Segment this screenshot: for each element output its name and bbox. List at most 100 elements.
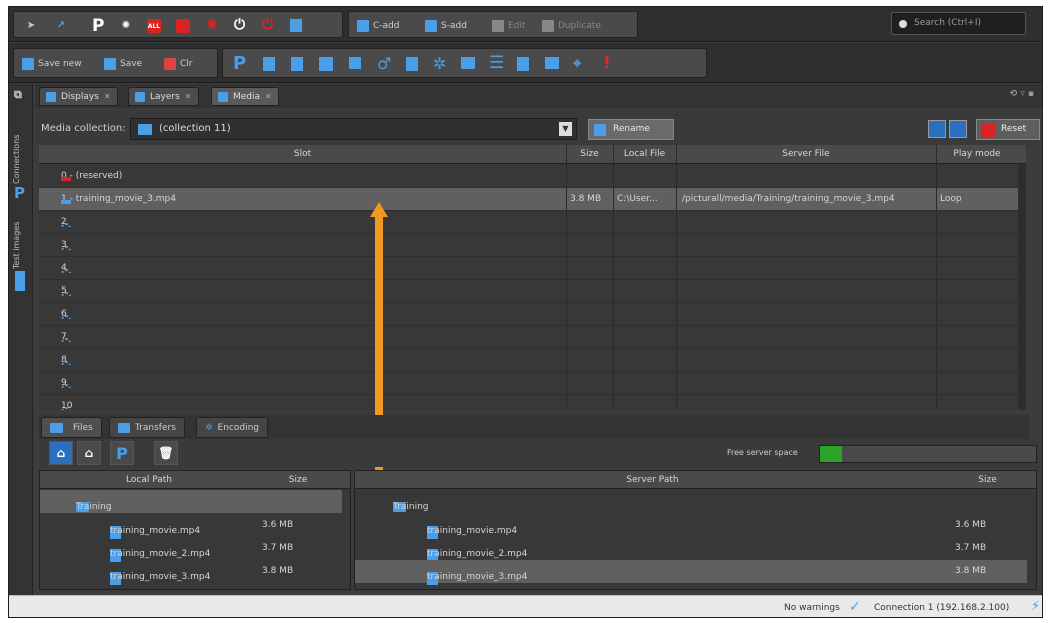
edit-button[interactable]: Edit <box>492 18 525 34</box>
file-row[interactable]: training_movie_3.mp4 3.8 MB <box>40 560 342 585</box>
c-add-button[interactable]: C-add <box>357 18 399 34</box>
file-size: 3.6 MB <box>262 520 294 530</box>
test-images-tab[interactable]: Test images <box>12 222 21 269</box>
clear-button[interactable]: Clr <box>164 56 193 72</box>
close-icon[interactable]: ✕ <box>104 92 111 101</box>
server-folder-row[interactable]: ⬆ Training <box>355 490 1027 513</box>
server-files-table: Server Path Size ⬆ Training training_mov… <box>354 470 1037 590</box>
left-side-panel: ⧉ Connections P Test images <box>9 84 33 617</box>
delete-button[interactable]: 🗑 <box>154 441 178 465</box>
s-add-button[interactable]: S-add <box>425 18 467 34</box>
header-server-file[interactable]: Server File <box>676 149 936 159</box>
detach-icon[interactable]: ⧉ <box>14 88 22 102</box>
panel-icon[interactable] <box>517 57 529 71</box>
close-icon[interactable]: ✕ <box>185 92 192 101</box>
header-local-path[interactable]: Local Path <box>40 475 258 485</box>
p-icon[interactable]: P <box>92 16 104 36</box>
slot-cell-mode: Loop <box>940 194 962 204</box>
slot-row[interactable]: 2 <box>39 211 1026 234</box>
slot-row[interactable]: 0 - (reserved) <box>39 165 1026 188</box>
tab-encoding[interactable]: ✲ Encoding <box>196 417 269 438</box>
reset-button[interactable]: Reset <box>976 119 1040 140</box>
list-icon[interactable]: ☰ <box>489 53 504 73</box>
tab-transfers[interactable]: Transfers <box>109 417 185 438</box>
slot-row[interactable]: 4 <box>39 257 1026 280</box>
slot-row[interactable]: 7 <box>39 326 1026 349</box>
connections-tab[interactable]: Connections <box>12 135 21 184</box>
blackout-icon[interactable]: ✺ <box>206 17 218 33</box>
slot-row[interactable]: 8 <box>39 349 1026 372</box>
empty-slot-icon <box>61 361 71 365</box>
connection-status[interactable]: Connection 1 (192.168.2.100) <box>874 603 1009 613</box>
p-layout-icon[interactable]: P <box>233 53 246 74</box>
slot-table-scrollbar[interactable] <box>1018 164 1026 410</box>
encoding-icon: ✲ <box>205 422 213 433</box>
link-icon[interactable]: ♂ <box>377 54 391 73</box>
slot-row[interactable]: 9 <box>39 372 1026 395</box>
slot-row[interactable]: 6 <box>39 303 1026 326</box>
header-size[interactable]: Size <box>566 149 613 159</box>
tab-displays[interactable]: Displays ✕ <box>39 87 118 106</box>
local-home-button[interactable]: ⌂ <box>49 441 73 465</box>
stop-icon[interactable] <box>176 19 190 33</box>
header-local-size[interactable]: Size <box>258 475 338 485</box>
sdi-icon[interactable] <box>461 57 475 69</box>
file-row[interactable]: training_movie.mp4 3.6 MB <box>355 514 1027 539</box>
network-icon[interactable]: ⌖ <box>573 54 581 72</box>
power-icon[interactable]: ⏻ <box>234 17 245 33</box>
image-icon[interactable] <box>319 57 333 71</box>
s-add-icon <box>425 20 437 32</box>
folder-icon <box>138 124 152 135</box>
free-space-label: Free server space <box>727 448 798 457</box>
alert-icon[interactable]: ! <box>603 53 611 73</box>
tab-media[interactable]: Media ✕ <box>211 87 279 106</box>
slot-row[interactable]: 10 <box>39 395 1026 410</box>
local-folder-row[interactable]: ⬆ Training <box>40 490 342 513</box>
monitor-icon[interactable] <box>349 57 361 69</box>
search-input[interactable]: Search (Ctrl+I) <box>891 12 1026 35</box>
cursor-icon[interactable]: ↗ <box>54 18 68 32</box>
slot-row[interactable]: 1 - training_movie_3.mp4 3.8 MB C:\User...… <box>39 188 1026 211</box>
files-toolbar: ⌂ ⌂ P 🗑 Free server space <box>39 439 1039 467</box>
grid-view-button[interactable] <box>928 120 946 138</box>
chart-icon[interactable] <box>545 57 559 69</box>
slot-row[interactable]: 3 <box>39 234 1026 257</box>
header-server-size[interactable]: Size <box>950 475 1025 485</box>
save-button[interactable]: Save <box>104 56 142 72</box>
media-collection-select[interactable]: (collection 11) ▼ <box>130 118 577 140</box>
slot-row[interactable]: 5 <box>39 280 1026 303</box>
c-add-icon <box>357 20 369 32</box>
save-all-icon[interactable] <box>290 19 302 32</box>
file-row[interactable]: training_movie_2.mp4 3.7 MB <box>355 537 1027 562</box>
pin-icon[interactable]: ➤ <box>24 18 38 32</box>
gear-icon[interactable]: ✲ <box>433 54 446 73</box>
save-new-button[interactable]: Save new <box>22 56 82 72</box>
file-row[interactable]: training_movie_2.mp4 3.7 MB <box>40 537 342 562</box>
empty-slot-icon <box>61 315 71 319</box>
tab-files[interactable]: Files <box>41 417 102 438</box>
split-icon[interactable] <box>406 57 418 71</box>
server-p-button[interactable]: P <box>110 441 134 465</box>
header-server-path[interactable]: Server Path <box>355 475 950 485</box>
header-local-file[interactable]: Local File <box>613 149 676 159</box>
empty-slot-icon <box>61 384 71 388</box>
all-icon[interactable]: ALL <box>147 19 161 33</box>
header-play-mode[interactable]: Play mode <box>936 149 1018 159</box>
save-icon <box>104 58 116 70</box>
file-row[interactable]: training_movie.mp4 3.6 MB <box>40 514 342 539</box>
panel-menu-icon[interactable]: ⟲ ▿ ▪ <box>1010 89 1034 99</box>
rename-button[interactable]: Rename <box>588 119 674 140</box>
server-home-button[interactable]: ⌂ <box>77 441 101 465</box>
tab-layers[interactable]: Layers ✕ <box>128 87 199 106</box>
columns-icon[interactable] <box>263 57 275 71</box>
close-icon[interactable]: ✕ <box>265 92 272 101</box>
header-slot[interactable]: Slot <box>39 149 566 159</box>
power-red-icon[interactable]: ⏻ <box>262 17 273 33</box>
duplicate-button[interactable]: Duplicate <box>542 18 601 34</box>
rows-icon[interactable] <box>291 57 303 71</box>
media-collection-bar: Media collection: (collection 11) ▼ Rena… <box>35 111 1042 145</box>
edit-icon <box>492 20 504 32</box>
list-view-button[interactable] <box>949 120 967 138</box>
file-row[interactable]: training_movie_3.mp4 3.8 MB <box>355 560 1027 585</box>
settings-icon[interactable]: ✺ <box>119 18 133 32</box>
